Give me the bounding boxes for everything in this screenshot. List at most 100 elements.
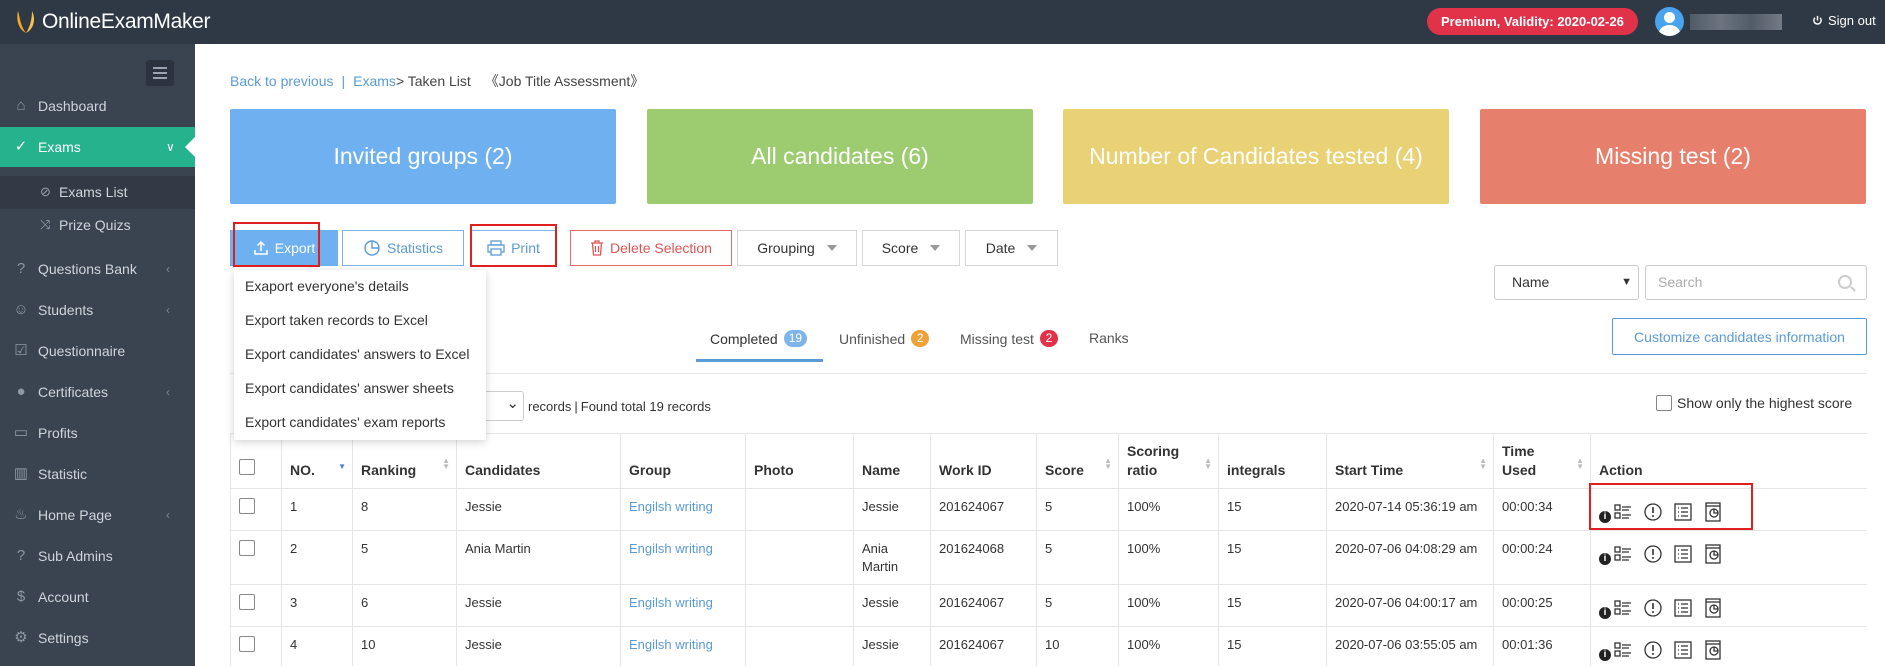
export-menu-item[interactable]: Export taken records to Excel — [245, 312, 428, 328]
report-icon[interactable] — [1703, 544, 1723, 564]
info-icon[interactable]: i — [1599, 607, 1611, 619]
col-score[interactable]: Score ▲ ▼ — [1036, 433, 1119, 489]
export-menu-item[interactable]: Exaport everyone's details — [245, 278, 409, 294]
delete-selection-button[interactable]: Delete Selection — [570, 230, 732, 266]
details-list-icon[interactable] — [1673, 598, 1693, 618]
sort-icon[interactable]: ▲ ▼ — [1479, 457, 1487, 471]
col-no[interactable]: NO. ▼ — [281, 433, 353, 489]
sidebar-item-exams[interactable]: ✓ Exams ∨ — [0, 127, 195, 167]
premium-badge[interactable]: Premium, Validity: 2020-02-26 — [1427, 8, 1638, 35]
select-all-checkbox[interactable] — [239, 459, 255, 475]
customize-candidates-button[interactable]: Customize candidates information — [1612, 318, 1867, 355]
caret-down-icon — [826, 245, 837, 251]
sidebar-item-profits[interactable]: ▭ Profits — [0, 413, 195, 453]
back-link[interactable]: Back to previous — [230, 73, 334, 89]
cell-name: Jessie — [853, 584, 931, 627]
score-dropdown[interactable]: Score — [862, 230, 960, 266]
tab-completed[interactable]: Completed 19 — [710, 330, 808, 347]
grouping-dropdown[interactable]: Grouping — [737, 230, 857, 266]
search-input[interactable]: Search — [1645, 265, 1867, 300]
sidebar-item-settings[interactable]: ⚙ Settings — [0, 618, 195, 658]
sidebar-item-label: Profits — [38, 425, 78, 441]
signout-button[interactable]: Sign out — [1812, 13, 1876, 28]
cell-actions: i — [1590, 626, 1867, 666]
report-icon[interactable] — [1703, 640, 1723, 660]
cell-group-link[interactable]: Engilsh writing — [620, 626, 746, 666]
search-icon[interactable] — [1838, 275, 1852, 289]
sidebar-item-certificates[interactable]: ● Certificates ‹ — [0, 372, 195, 412]
sidebar-item-dashboard[interactable]: ⌂ Dashboard — [0, 86, 195, 126]
invited-groups-card[interactable]: Invited groups (2) — [230, 109, 616, 204]
alert-icon[interactable] — [1643, 544, 1663, 564]
details-list-icon[interactable] — [1673, 640, 1693, 660]
missing-test-card[interactable]: Missing test (2) — [1480, 109, 1866, 204]
sidebar-item-statistic[interactable]: ▥ Statistic — [0, 454, 195, 494]
info-icon[interactable]: i — [1599, 649, 1611, 661]
tab-missing-test[interactable]: Missing test 2 — [960, 330, 1058, 347]
sort-icon[interactable]: ▲ ▼ — [1576, 457, 1584, 471]
table-row[interactable]: 3 6 Jessie Engilsh writing Jessie 201624… — [230, 584, 1867, 627]
cell-group-link[interactable]: Engilsh writing — [620, 488, 746, 531]
checkbox-icon: ☑ — [14, 342, 28, 359]
sidebar-subitem-prize-quizs[interactable]: ⤨ Prize Quizs — [0, 209, 195, 242]
sidebar-item-label: Questionnaire — [38, 343, 126, 359]
sidebar-item-account[interactable]: $ Account — [0, 577, 195, 617]
table-row[interactable]: 4 10 Jessie Engilsh writing Jessie 20162… — [230, 626, 1867, 666]
menu-toggle-icon[interactable] — [146, 60, 174, 86]
cell-no: 4 — [281, 626, 353, 666]
tab-ranks[interactable]: Ranks — [1089, 330, 1129, 346]
sort-desc-icon[interactable]: ▼ — [338, 463, 346, 471]
table-row[interactable]: 2 5 Ania Martin Engilsh writing Ania Mar… — [230, 530, 1867, 585]
candidates-tested-card[interactable]: Number of Candidates tested (4) — [1063, 109, 1449, 204]
info-icon[interactable]: i — [1599, 553, 1611, 565]
all-candidates-card[interactable]: All candidates (6) — [647, 109, 1033, 204]
logo-leaf-icon — [14, 9, 38, 35]
check-circle-icon: ✓ — [14, 138, 28, 155]
statistics-button[interactable]: Statistics — [342, 230, 464, 266]
export-menu-item[interactable]: Export candidates' exam reports — [245, 414, 445, 430]
col-scoring-ratio[interactable]: Scoring ratio ▲ ▼ — [1118, 433, 1219, 489]
col-start-time[interactable]: Start Time ▲ ▼ — [1326, 433, 1494, 489]
logo[interactable]: OnlineExamMaker — [14, 8, 211, 36]
sidebar-item-sub-admins[interactable]: ? Sub Admins — [0, 536, 195, 576]
sidebar-item-questions-bank[interactable]: ? Questions Bank ‹ — [0, 249, 195, 289]
search-field-select[interactable]: Name ▼ — [1494, 265, 1639, 300]
sidebar-item-questionnaire[interactable]: ☑ Questionnaire — [0, 331, 195, 371]
row-checkbox[interactable] — [239, 540, 255, 556]
sidebar-item-label: Prize Quizs — [59, 217, 131, 233]
date-dropdown[interactable]: Date — [965, 230, 1058, 266]
report-icon[interactable] — [1703, 598, 1723, 618]
col-time-used[interactable]: Time Used ▲ ▼ — [1493, 433, 1591, 489]
list-check-icon[interactable] — [1613, 544, 1633, 564]
chevron-left-icon: ‹ — [166, 385, 170, 399]
col-ranking[interactable]: Ranking ▲ ▼ — [352, 433, 457, 489]
cell-group-link[interactable]: Engilsh writing — [620, 584, 746, 627]
sort-icon[interactable]: ▲ ▼ — [442, 457, 450, 471]
row-checkbox[interactable] — [239, 594, 255, 610]
avatar[interactable] — [1655, 7, 1684, 36]
sidebar-subitem-exams-list[interactable]: ⊘ Exams List — [0, 176, 195, 209]
highlight-box — [233, 222, 320, 267]
page-size-select[interactable] — [486, 391, 524, 421]
row-checkbox[interactable] — [239, 498, 255, 514]
cell-photo — [745, 530, 854, 585]
list-check-icon[interactable] — [1613, 640, 1633, 660]
cell-ratio: 100% — [1118, 584, 1219, 627]
export-menu-item[interactable]: Export candidates' answer sheets — [245, 380, 454, 396]
row-checkbox[interactable] — [239, 636, 255, 652]
sidebar-item-students[interactable]: ☺ Students ‹ — [0, 290, 195, 330]
sidebar-item-label: Exams — [38, 139, 81, 155]
details-list-icon[interactable] — [1673, 544, 1693, 564]
alert-icon[interactable] — [1643, 640, 1663, 660]
list-check-icon[interactable] — [1613, 598, 1633, 618]
exams-link[interactable]: Exams — [353, 73, 396, 89]
checkbox[interactable] — [1656, 395, 1672, 411]
export-menu-item[interactable]: Export candidates' answers to Excel — [245, 346, 469, 362]
sidebar-item-home-page[interactable]: ♨ Home Page ‹ — [0, 495, 195, 535]
sort-icon[interactable]: ▲ ▼ — [1204, 457, 1212, 471]
alert-icon[interactable] — [1643, 598, 1663, 618]
cell-group-link[interactable]: Engilsh writing — [620, 530, 746, 585]
sort-icon[interactable]: ▲ ▼ — [1104, 457, 1112, 471]
tab-unfinished[interactable]: Unfinished 2 — [839, 330, 930, 347]
show-highest-score-toggle[interactable]: Show only the highest score — [1656, 395, 1852, 411]
